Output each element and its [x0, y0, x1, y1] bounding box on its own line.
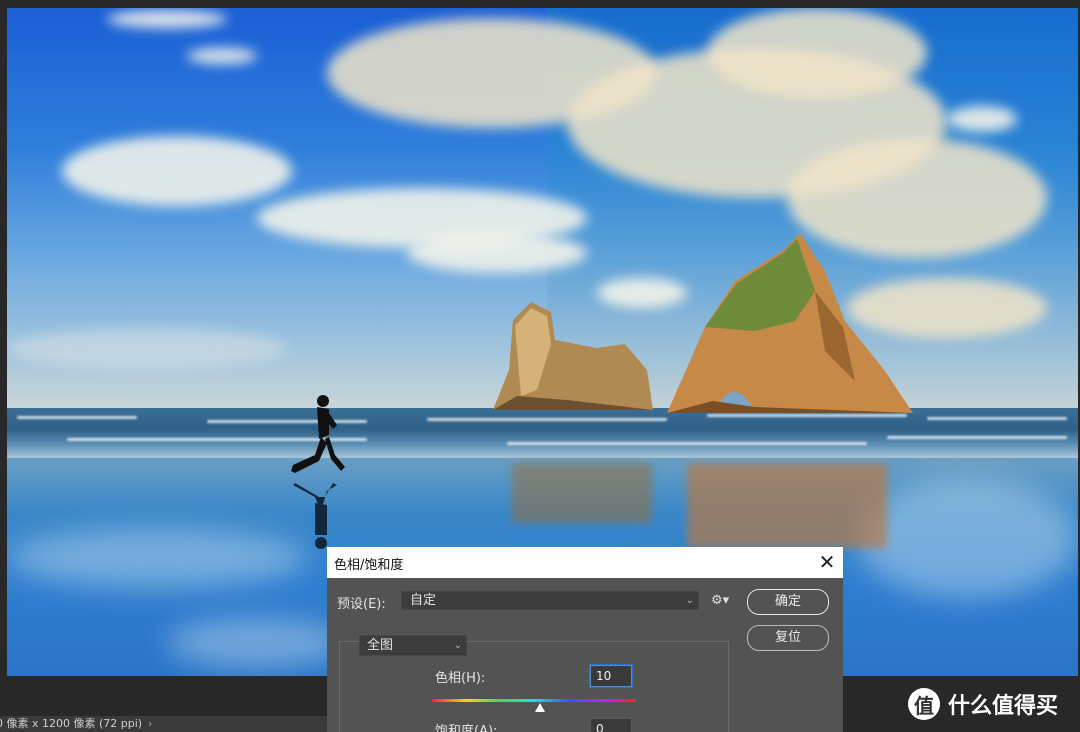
document-info-bar: 0 像素 x 1200 像素 (72 ppi) ›: [0, 716, 330, 732]
rock-reflection: [512, 463, 652, 523]
hue-input[interactable]: 10: [590, 665, 632, 687]
cloud: [62, 136, 292, 206]
chevron-down-icon: ⌄: [453, 640, 462, 651]
arch-sea-stack: [667, 233, 913, 413]
rock-reflection: [687, 463, 887, 548]
chevron-down-icon: ⌄: [685, 595, 694, 606]
preset-dropdown[interactable]: 自定 ⌄: [401, 591, 699, 610]
gear-icon[interactable]: ⚙▾: [711, 593, 729, 608]
chevron-right-icon[interactable]: ›: [148, 716, 152, 732]
preset-value: 自定: [410, 593, 437, 608]
runner-silhouette: [291, 395, 345, 549]
cloud: [407, 233, 587, 273]
ok-button[interactable]: 确定: [747, 589, 829, 615]
hue-label: 色相(H):: [435, 671, 486, 686]
saturation-input[interactable]: 0: [590, 718, 632, 732]
hue-slider-track[interactable]: [432, 699, 636, 702]
hue-slider-thumb[interactable]: [534, 703, 545, 712]
saturation-value: 0: [596, 722, 604, 732]
document-size-text: 0 像素 x 1200 像素 (72 ppi): [0, 717, 143, 730]
watermark: 值 什么值得买: [908, 686, 1058, 722]
cloud: [107, 10, 227, 28]
channel-value: 全图: [367, 638, 394, 653]
channel-dropdown[interactable]: 全图 ⌄: [359, 635, 467, 656]
hue-saturation-dialog: 色相/饱和度 ✕ 预设(E): 自定 ⌄ ⚙▾ 确定 复位 全图 ⌄ 色相(H)…: [327, 547, 843, 732]
sea: [7, 408, 1078, 460]
cloud: [7, 328, 287, 368]
reset-button[interactable]: 复位: [747, 625, 829, 651]
close-icon[interactable]: ✕: [815, 550, 839, 574]
dialog-titlebar[interactable]: 色相/饱和度 ✕: [327, 547, 843, 578]
saturation-label: 饱和度(A):: [435, 724, 498, 732]
cloud: [947, 106, 1017, 132]
hue-value: 10: [596, 669, 612, 683]
preset-label: 预设(E):: [337, 597, 386, 612]
cloud: [707, 8, 927, 98]
dialog-title: 色相/饱和度: [334, 558, 404, 573]
cloud: [187, 48, 257, 64]
watermark-logo-icon: 值: [908, 688, 940, 720]
small-sea-stack: [493, 302, 653, 410]
watermark-text: 什么值得买: [948, 694, 1059, 719]
